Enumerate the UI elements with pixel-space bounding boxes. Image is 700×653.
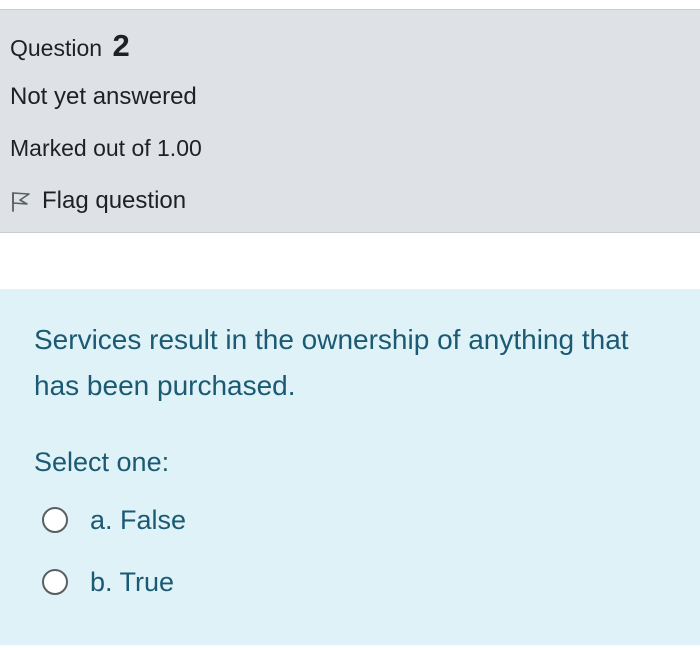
question-info-panel: Question 2 Not yet answered Marked out o…: [0, 9, 700, 233]
question-state: Not yet answered: [10, 83, 197, 110]
flag-question-label: Flag question: [42, 187, 187, 214]
flag-question-link[interactable]: Flag question: [10, 186, 186, 216]
answer-label-b[interactable]: b. True: [90, 567, 174, 598]
answer-option-b[interactable]: b. True: [42, 564, 174, 600]
radio-button-a[interactable]: [42, 507, 68, 533]
answer-option-a[interactable]: a. False: [42, 502, 186, 538]
answer-label-a[interactable]: a. False: [90, 505, 186, 536]
radio-button-b[interactable]: [42, 569, 68, 595]
select-one-prompt: Select one:: [34, 447, 170, 477]
question-title: Question 2: [10, 28, 130, 64]
question-text: Services result in the ownership of anyt…: [34, 324, 629, 401]
question-number: 2: [112, 28, 130, 63]
question-content-panel: Services result in the ownership of anyt…: [0, 289, 700, 645]
flag-icon: [10, 190, 32, 212]
question-title-prefix: Question: [10, 35, 103, 61]
question-grade: Marked out of 1.00: [10, 135, 202, 161]
